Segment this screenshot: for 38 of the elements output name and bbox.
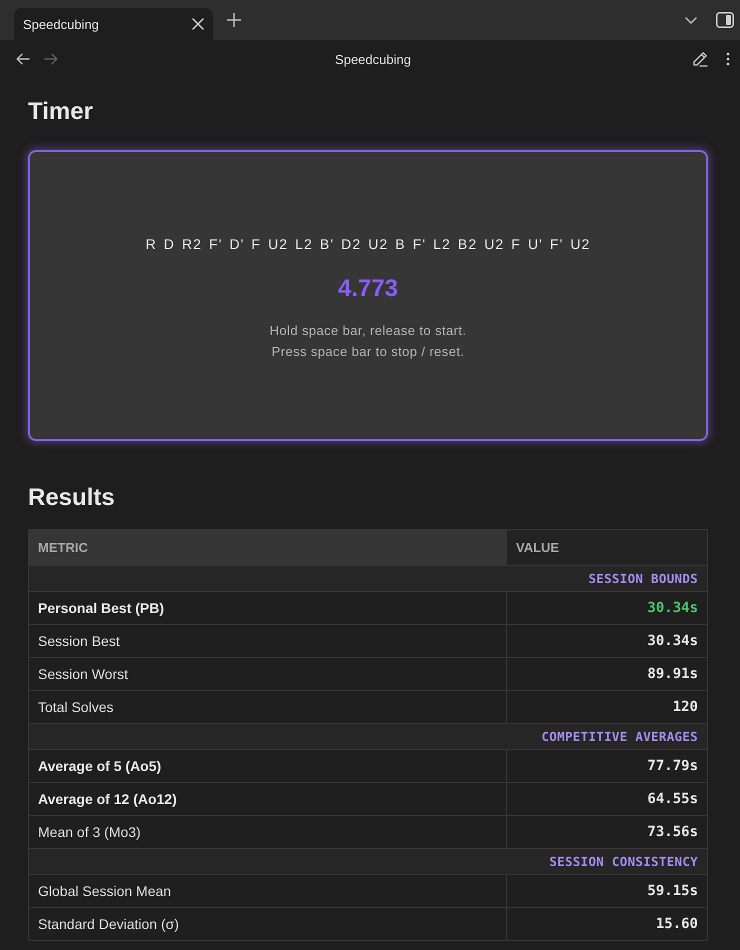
value-cell: 15.60 — [506, 908, 708, 940]
value-cell: 64.55s — [506, 782, 708, 816]
value-cell: 120 — [506, 690, 708, 724]
value-cell: 77.79s — [506, 750, 708, 782]
metric-cell: Session Worst — [28, 658, 506, 690]
value-cell: 73.56s — [506, 816, 708, 848]
sidebar-toggle-icon[interactable] — [716, 12, 734, 28]
value-cell: 59.15s — [506, 874, 708, 908]
group-header-cell: SESSION CONSISTENCY — [28, 848, 708, 874]
instruction-text: Hold space bar, release to start. — [270, 322, 466, 340]
column-header: METRIC — [28, 530, 506, 566]
tab[interactable]: Speedcubing — [14, 8, 213, 40]
more-options-icon[interactable] — [726, 52, 730, 66]
value-cell: 30.34s — [506, 592, 708, 624]
plus-icon[interactable] — [227, 13, 241, 27]
section-heading: Timer — [28, 97, 94, 127]
metric-cell: Total Solves — [28, 690, 506, 724]
group-header-cell: SESSION BOUNDS — [28, 566, 708, 592]
metric-cell: Standard Deviation (σ) — [28, 908, 506, 940]
value-cell: 89.91s — [506, 658, 708, 690]
metric-cell: Personal Best (PB) — [28, 592, 506, 624]
chevron-down-icon[interactable] — [685, 16, 697, 24]
page-title: Speedcubing — [335, 52, 411, 66]
metric-cell: Session Best — [28, 624, 506, 658]
column-header: VALUE — [506, 530, 708, 566]
scramble-text: R D R2 F' D' F U2 L2 B' D2 U2 B F' L2 B2 U2 F U' F' U2 — [146, 234, 590, 254]
timer-display: 4.773 — [338, 274, 398, 302]
section-heading: Results — [28, 483, 116, 513]
pencil-icon[interactable] — [692, 51, 708, 67]
metric-cell: Mean of 3 (Mo3) — [28, 816, 506, 848]
metric-cell: Average of 5 (Ao5) — [28, 750, 506, 782]
value-cell: 30.34s — [506, 624, 708, 658]
back-arrow-icon[interactable] — [16, 53, 30, 65]
group-header-cell: COMPETITIVE AVERAGES — [28, 724, 708, 750]
metric-cell: Average of 12 (Ao12) — [28, 782, 506, 816]
metric-cell: Global Session Mean — [28, 874, 506, 908]
close-icon[interactable] — [192, 18, 204, 30]
instruction-text: Press space bar to stop / reset. — [272, 342, 464, 361]
